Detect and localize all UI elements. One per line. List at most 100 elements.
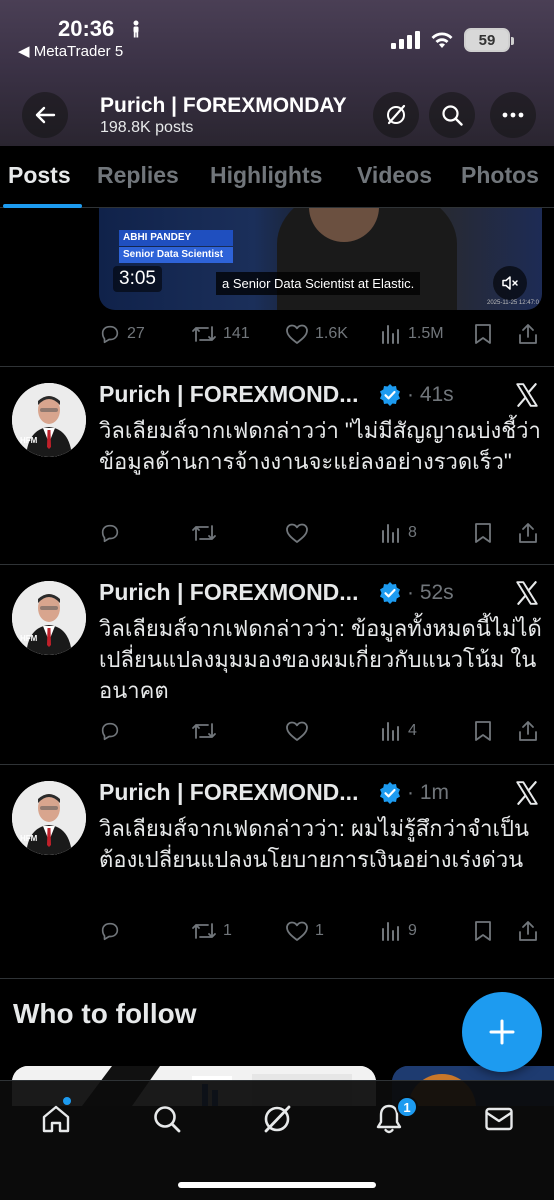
search-button[interactable] (429, 92, 475, 138)
views-icon (382, 722, 399, 741)
share-button[interactable] (517, 914, 539, 948)
bookmark-icon (475, 921, 491, 941)
share-icon (519, 721, 537, 741)
tweet-timestamp[interactable]: · 41s (407, 383, 454, 407)
bookmark-button[interactable] (473, 516, 493, 550)
tweet-author-name[interactable]: Purich | FOREXMOND... (99, 779, 358, 806)
tab-replies[interactable]: Replies (97, 162, 179, 189)
who-to-follow-title: Who to follow (13, 998, 197, 1029)
like-count: 1.6K (315, 325, 348, 342)
views-button[interactable]: 8 (380, 516, 417, 550)
search-icon (154, 1106, 181, 1133)
grok-button[interactable] (373, 92, 419, 138)
views-button[interactable]: 4 (380, 714, 417, 748)
views-icon (382, 922, 399, 941)
share-button[interactable] (517, 317, 539, 351)
views-button[interactable]: 1.5M (380, 317, 444, 351)
home-indicator[interactable] (178, 1182, 376, 1188)
profile-name: Purich | FOREXMONDAY (100, 94, 347, 117)
repost-button[interactable]: 1 (191, 914, 232, 948)
tweet-timestamp[interactable]: · 52s (407, 581, 454, 605)
bookmark-icon (475, 721, 491, 741)
like-button[interactable]: 1 (285, 914, 324, 948)
nav-search[interactable] (145, 1097, 189, 1141)
x-logo-icon (516, 781, 538, 805)
tweet-text: วิลเลียมส์จากเฟดกล่าวว่า: ข้อมูลทั้งหมดน… (99, 616, 542, 703)
views-count: 9 (408, 922, 417, 939)
x-logo-icon (516, 581, 538, 605)
bookmark-icon (475, 324, 491, 344)
video-timestamp: 2025-11-25 12:47:0 (487, 300, 539, 306)
share-icon (519, 324, 537, 344)
avatar[interactable]: HFM (12, 383, 86, 457)
battery-indicator: 59 (464, 28, 514, 52)
nav-messages[interactable] (477, 1097, 521, 1141)
share-button[interactable] (517, 714, 539, 748)
reply-icon (101, 922, 119, 941)
nav-home[interactable] (34, 1097, 78, 1141)
repost-button[interactable] (191, 714, 223, 748)
share-button[interactable] (517, 516, 539, 550)
reply-button[interactable]: 27 (99, 317, 145, 351)
reply-button[interactable] (99, 516, 127, 550)
tweet-author-name[interactable]: Purich | FOREXMOND... (99, 381, 358, 408)
reply-button[interactable] (99, 714, 127, 748)
home-unread-dot (63, 1097, 71, 1105)
avatar[interactable]: HFM (12, 781, 86, 855)
mute-button[interactable] (493, 266, 527, 300)
views-count: 1.5M (408, 325, 444, 342)
nav-grok[interactable] (255, 1097, 299, 1141)
back-button[interactable] (22, 92, 68, 138)
repost-count: 1 (223, 922, 232, 939)
person-icon (130, 20, 142, 43)
home-icon (42, 1105, 70, 1133)
more-button[interactable] (490, 92, 536, 138)
tab-videos[interactable]: Videos (357, 162, 432, 189)
bookmark-button[interactable] (473, 714, 493, 748)
speaker-muted-icon (502, 276, 518, 290)
tab-posts[interactable]: Posts (8, 162, 71, 189)
post-divider (0, 564, 554, 565)
like-icon (286, 721, 308, 741)
reply-icon (101, 524, 119, 543)
plus-icon (489, 1019, 515, 1045)
reply-icon (101, 325, 119, 344)
video-player[interactable]: ABHI PANDEY Senior Data Scientist 3:05 a… (99, 208, 542, 310)
reply-button[interactable] (99, 914, 127, 948)
video-lower-third-name: ABHI PANDEY (119, 230, 233, 246)
svg-text:HFM: HFM (20, 634, 38, 643)
repost-button[interactable]: 141 (191, 317, 250, 351)
bookmark-button[interactable] (473, 317, 493, 351)
more-icon (502, 112, 524, 118)
share-icon (519, 523, 537, 543)
repost-button[interactable] (191, 516, 223, 550)
verified-badge-icon (380, 384, 400, 406)
grok-icon (264, 1105, 291, 1133)
grok-icon (387, 104, 406, 125)
avatar[interactable]: HFM (12, 581, 86, 655)
compose-post-button[interactable] (462, 992, 542, 1072)
views-count: 8 (408, 524, 417, 541)
bookmark-icon (475, 523, 491, 543)
tweet-timestamp[interactable]: · 1m (407, 781, 449, 805)
tweet-text: วิลเลียมส์จากเฟดกล่าวว่า "ไม่มีสัญญาณบ่ง… (99, 418, 541, 474)
verified-badge-icon (380, 582, 400, 604)
tab-highlights[interactable]: Highlights (210, 162, 322, 189)
tab-photos[interactable]: Photos (461, 162, 539, 189)
back-to-app-link[interactable]: ◀ MetaTrader 5 (18, 42, 123, 60)
video-caption: a Senior Data Scientist at Elastic. (216, 272, 421, 295)
repost-icon (192, 525, 216, 541)
views-button[interactable]: 9 (380, 914, 417, 948)
video-duration: 3:05 (113, 266, 162, 292)
like-count: 1 (315, 922, 324, 939)
views-icon (382, 325, 399, 344)
like-button[interactable] (285, 516, 315, 550)
like-button[interactable] (285, 714, 315, 748)
tweet-author-name[interactable]: Purich | FOREXMOND... (99, 579, 358, 606)
like-button[interactable]: 1.6K (285, 317, 348, 351)
like-icon (286, 523, 308, 543)
post-divider (0, 366, 554, 367)
bookmark-button[interactable] (473, 914, 493, 948)
tweet-actions: 4 (99, 714, 541, 748)
post-divider (0, 764, 554, 765)
